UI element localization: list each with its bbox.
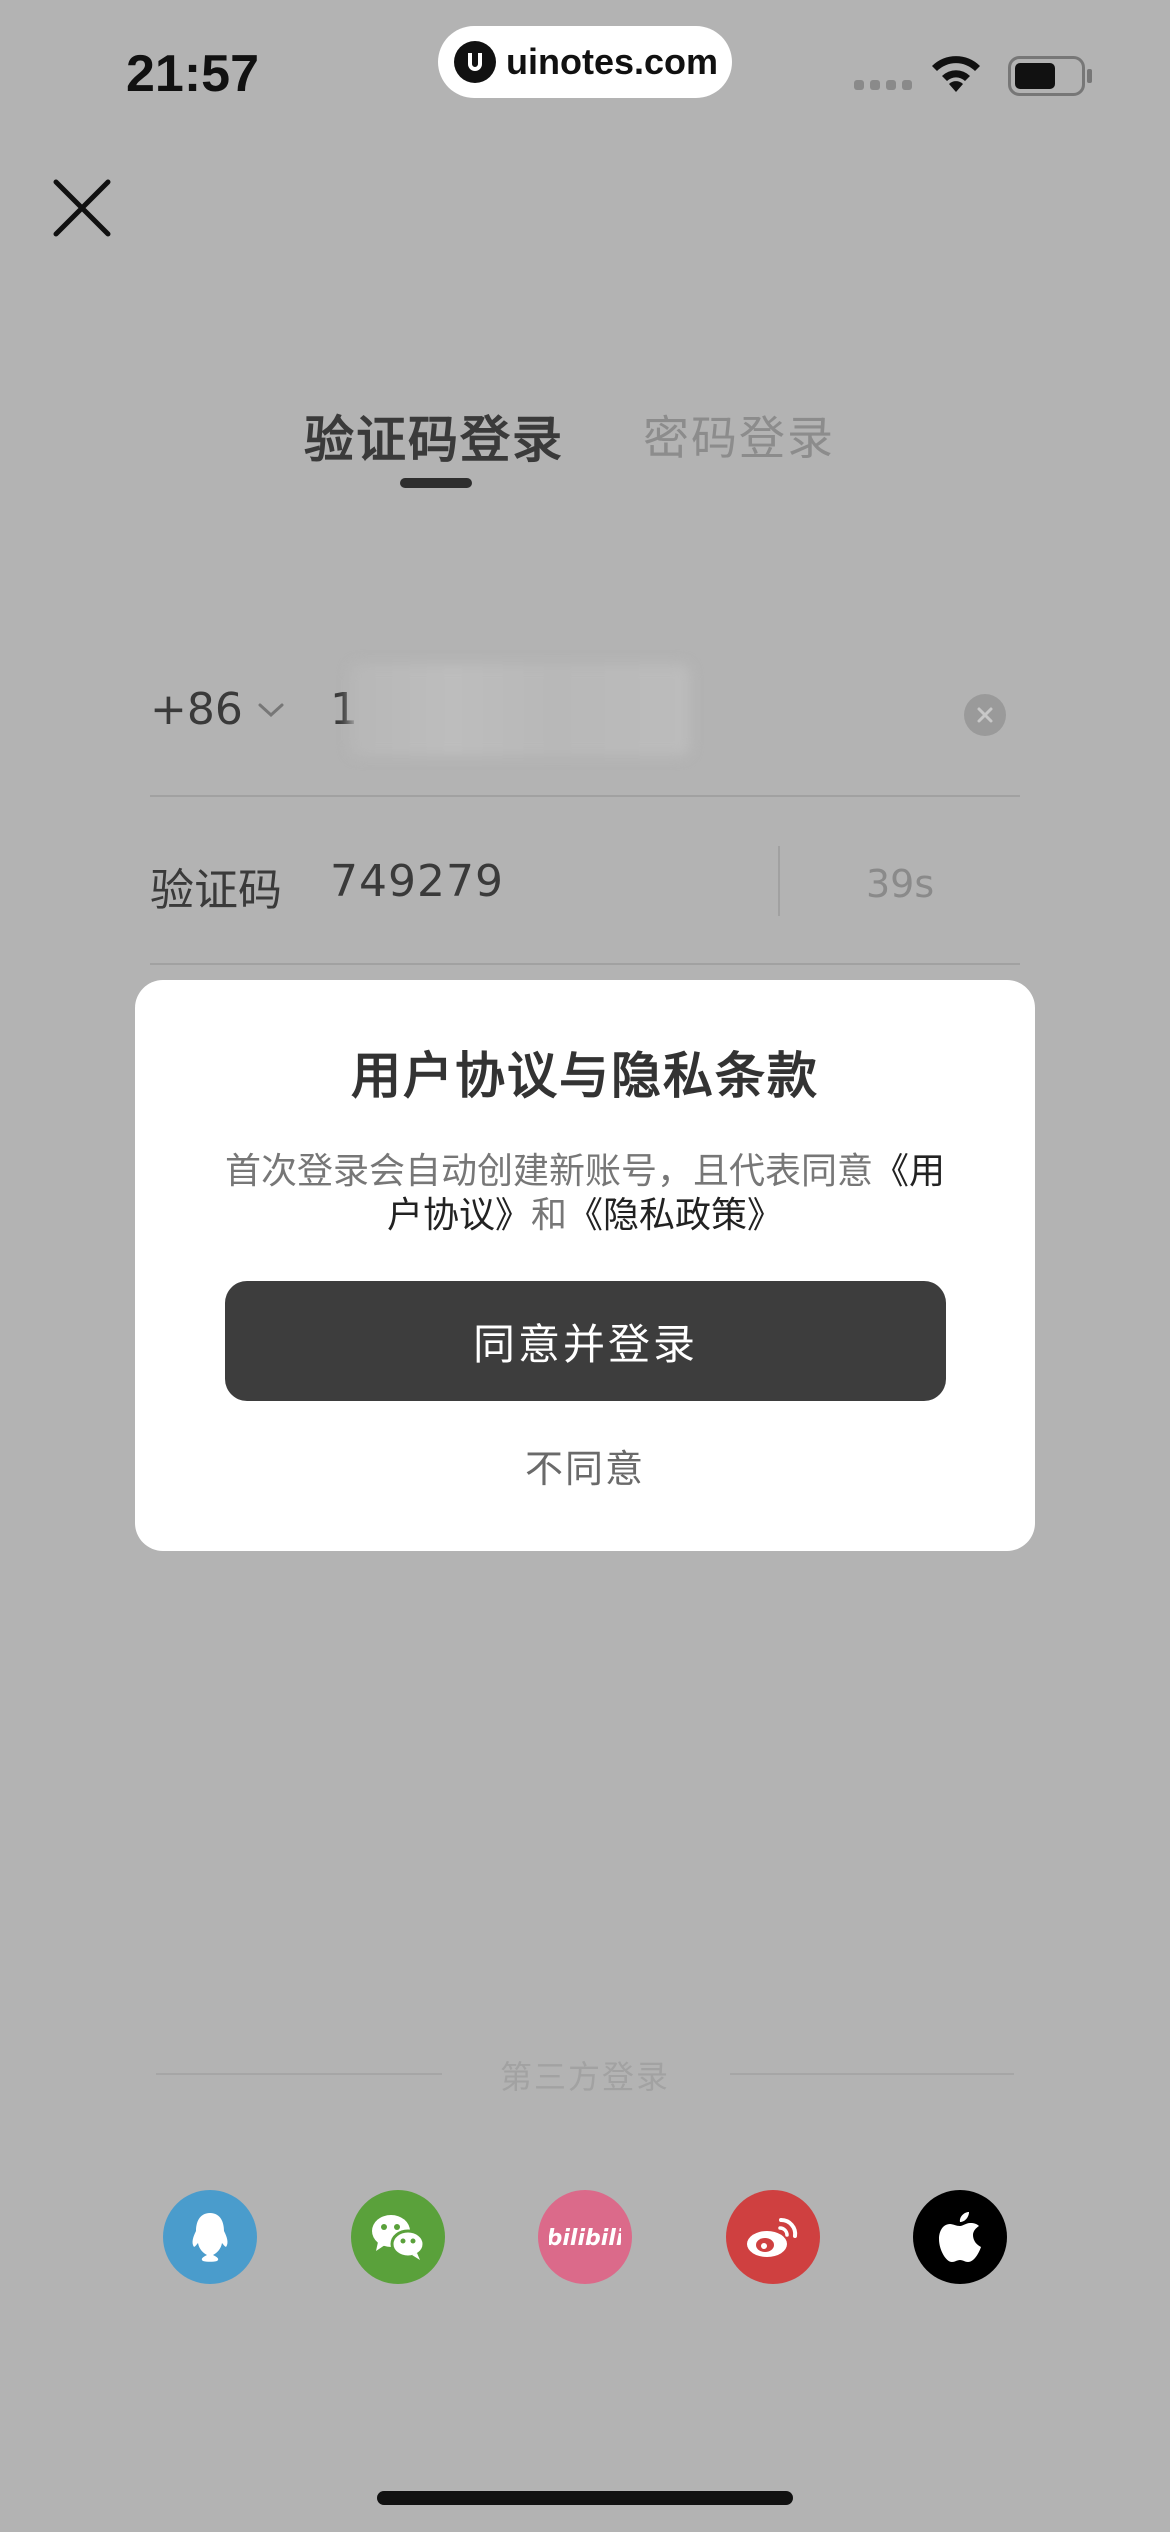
status-time: 21:57 xyxy=(126,45,259,103)
wechat-login-button[interactable] xyxy=(351,2190,445,2284)
dialog-body-and: 和 xyxy=(530,1195,567,1236)
apple-icon xyxy=(939,2212,981,2262)
tab-active-indicator xyxy=(400,478,472,488)
clear-input-button[interactable] xyxy=(964,694,1006,736)
agree-and-login-button[interactable]: 同意并登录 xyxy=(225,1281,946,1401)
resend-countdown: 39s xyxy=(866,862,935,906)
country-code-selector[interactable]: +86 xyxy=(150,684,285,735)
close-button[interactable] xyxy=(50,176,114,240)
chevron-down-icon xyxy=(258,703,284,717)
third-party-login-label: 第三方登录 xyxy=(499,2058,670,2096)
wifi-icon xyxy=(928,54,984,98)
home-indicator xyxy=(377,2491,793,2505)
weibo-icon xyxy=(747,2217,798,2257)
divider xyxy=(150,963,1020,965)
qq-icon xyxy=(192,2213,228,2262)
divider xyxy=(150,795,1020,797)
divider xyxy=(730,2073,1014,2075)
wechat-icon xyxy=(372,2215,426,2260)
svg-text:bilibili: bilibili xyxy=(549,2226,621,2251)
close-icon xyxy=(53,179,111,237)
country-code-label: +86 xyxy=(150,684,243,735)
dialog-body-text: 首次登录会自动创建新账号，且代表同意 xyxy=(224,1151,873,1192)
clear-icon xyxy=(977,707,993,723)
code-label: 验证码 xyxy=(150,865,282,916)
divider xyxy=(156,2073,442,2075)
bilibili-login-button[interactable]: bilibili xyxy=(538,2190,632,2284)
tab-password-login[interactable]: 密码登录 xyxy=(643,402,835,468)
code-input[interactable]: 749279 xyxy=(330,856,504,907)
battery-icon xyxy=(1008,56,1094,100)
phone-number-blur xyxy=(350,664,690,756)
signal-icon xyxy=(854,80,912,90)
disagree-button[interactable]: 不同意 xyxy=(135,1438,1035,1493)
uinotes-logo-icon xyxy=(454,41,496,83)
dialog-title: 用户协议与隐私条款 xyxy=(351,1047,819,1105)
bilibili-icon: bilibili xyxy=(549,2226,621,2251)
weibo-login-button[interactable] xyxy=(726,2190,820,2284)
url-text: uinotes.com xyxy=(506,41,719,82)
agreement-dialog: 用户协议与隐私条款 首次登录会自动创建新账号，且代表同意《用户协议》和《隐私政策… xyxy=(135,980,1035,1551)
apple-login-button[interactable] xyxy=(913,2190,1007,2284)
tab-sms-login[interactable]: 验证码登录 xyxy=(304,400,564,472)
dialog-body: 首次登录会自动创建新账号，且代表同意《用户协议》和《隐私政策》 xyxy=(223,1150,947,1238)
url-pill[interactable]: uinotes.com xyxy=(438,26,732,98)
privacy-policy-link[interactable]: 《隐私政策》 xyxy=(567,1195,783,1236)
vertical-divider xyxy=(778,846,780,916)
qq-login-button[interactable] xyxy=(163,2190,257,2284)
